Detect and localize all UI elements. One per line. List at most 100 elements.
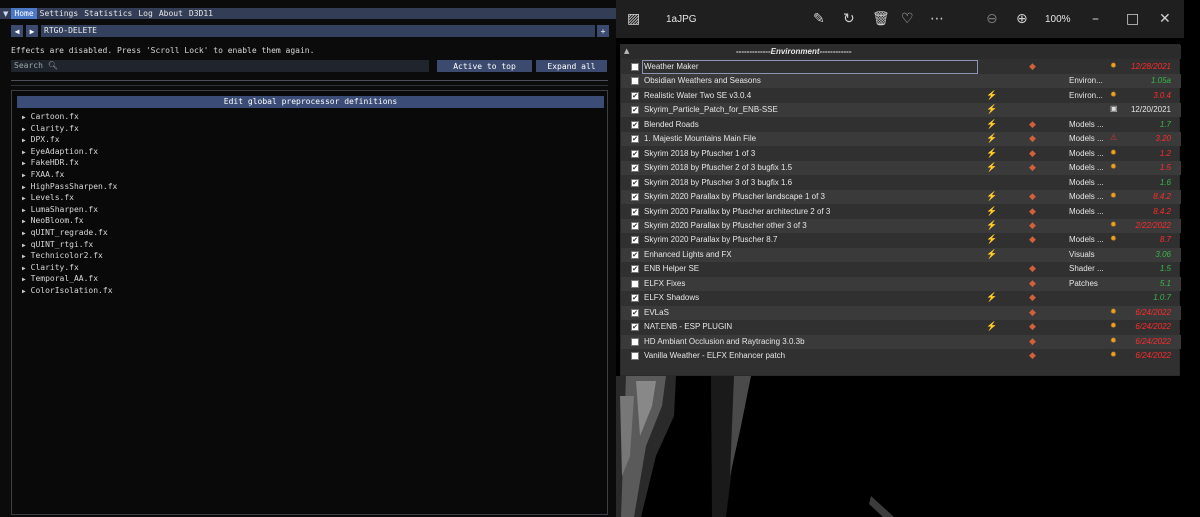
mod-checkbox[interactable]: ✔ (631, 164, 639, 173)
effect-item[interactable]: ▶ qUINT_regrade.fx (22, 227, 117, 239)
mod-row[interactable]: ✔ ENB Helper SE ◆ Shader ... 1.5 (621, 262, 1181, 276)
effect-item[interactable]: ▶ FakeHDR.fx (22, 157, 117, 169)
expand-arrow-icon[interactable]: ▶ (22, 253, 26, 260)
expand-arrow-icon[interactable]: ▶ (22, 149, 26, 156)
mod-row[interactable]: ✔ Skyrim 2020 Parallax by Pfuscher other … (621, 218, 1181, 233)
minimize-icon[interactable]: – (1092, 11, 1099, 27)
tab-home[interactable]: Home (11, 8, 37, 19)
effect-item[interactable]: ▶ Levels.fx (22, 192, 117, 204)
search-input[interactable]: Search 🔍︎ (11, 60, 429, 72)
mod-checkbox[interactable]: ✔ (631, 120, 639, 129)
delete-icon[interactable]: 🗑︎ (872, 11, 890, 27)
expand-arrow-icon[interactable]: ▶ (22, 207, 26, 214)
mod-checkbox[interactable] (631, 337, 639, 346)
effect-item[interactable]: ▶ Clarity.fx (22, 262, 117, 274)
expand-arrow-icon[interactable]: ▶ (22, 137, 26, 144)
expand-arrow-icon[interactable]: ▶ (22, 126, 26, 133)
mod-checkbox[interactable]: ✔ (631, 149, 639, 158)
expand-arrow-icon[interactable]: ▶ (22, 242, 26, 249)
mod-checkbox[interactable]: ✔ (631, 135, 639, 144)
mod-checkbox[interactable]: ✔ (631, 193, 639, 202)
mod-checkbox[interactable]: ✔ (631, 236, 639, 245)
effect-item[interactable]: ▶ qUINT_rtgi.fx (22, 239, 117, 251)
mod-row[interactable]: ✔ Skyrim 2018 by Pfuscher 3 of 3 bugfix 1… (621, 176, 1181, 190)
zoom-in-icon[interactable]: ⊕ (1016, 11, 1028, 27)
expand-arrow-icon[interactable]: ▶ (22, 114, 26, 121)
mod-row[interactable]: ✔ 1. Majestic Mountains Main File ⚡ ◆ Models… (621, 132, 1181, 147)
tab-statistics[interactable]: Statistics (81, 8, 135, 19)
preprocessor-definitions-button[interactable]: Edit global preprocessor definitions (17, 96, 604, 108)
close-icon[interactable]: ✕ (1159, 11, 1171, 27)
mod-checkbox[interactable]: ✔ (631, 323, 639, 332)
mod-row[interactable]: ✔ Skyrim 2020 Parallax by Pfuscher archit… (621, 205, 1181, 219)
mod-checkbox[interactable]: ✔ (631, 106, 639, 115)
tab-d3d11[interactable]: D3D11 (186, 8, 216, 19)
effect-item[interactable]: ▶ LumaSharpen.fx (22, 204, 117, 216)
expand-arrow-icon[interactable]: ▶ (22, 230, 26, 237)
mod-row[interactable]: ✔ NAT.ENB - ESP PLUGIN ⚡ ◆ ✹ 6/24/2022 (621, 320, 1181, 334)
effect-item[interactable]: ▶ ColorIsolation.fx (22, 285, 117, 297)
expand-arrow-icon[interactable]: ▶ (22, 195, 26, 202)
edit-icon[interactable]: ✎ (813, 11, 825, 27)
plugin-flag-icon: ◆ (1029, 263, 1036, 274)
tab-log[interactable]: Log (135, 8, 155, 19)
favorite-icon[interactable]: ♡ (901, 11, 914, 27)
add-preset-button[interactable]: + (597, 25, 609, 37)
expand-arrow-icon[interactable]: ▶ (22, 288, 26, 295)
more-options-icon[interactable]: ⋯ (930, 11, 944, 27)
prev-preset-button[interactable]: ◀ (11, 25, 23, 37)
mod-checkbox[interactable]: ✔ (631, 308, 639, 317)
expand-arrow-icon[interactable]: ▶ (22, 218, 26, 225)
mod-row[interactable]: ✔ Skyrim 2018 by Pfuscher 1 of 3 ⚡ ◆ Models … (621, 147, 1181, 161)
active-to-top-button[interactable]: Active to top (437, 60, 532, 72)
mod-checkbox[interactable] (631, 63, 639, 71)
expand-arrow-icon[interactable]: ▶ (22, 184, 26, 191)
zoom-out-icon[interactable]: ⊖ (986, 11, 998, 27)
expand-arrow-icon[interactable]: ▶ (22, 276, 26, 283)
effect-item[interactable]: ▶ EyeAdaption.fx (22, 146, 117, 158)
mod-row[interactable]: ✔ Realistic Water Two SE v3.0.4 ⚡ Environ..… (621, 89, 1181, 103)
mod-row[interactable]: ✔ EVLaS ◆ ✹ 6/24/2022 (621, 305, 1181, 320)
mod-checkbox[interactable] (631, 77, 639, 86)
mod-checkbox[interactable]: ✔ (631, 221, 639, 230)
collapse-arrow-icon[interactable]: ▼ (0, 10, 11, 18)
expand-arrow-icon[interactable]: ▶ (22, 160, 26, 167)
maximize-icon[interactable]: □ (1126, 11, 1139, 27)
mod-checkbox[interactable]: ✔ (631, 178, 639, 187)
mod-row[interactable]: ✔ Skyrim 2018 by Pfuscher 2 of 3 bugfix 1… (621, 161, 1181, 176)
expand-arrow-icon[interactable]: ▶ (22, 265, 26, 272)
effect-item[interactable]: ▶ NeoBloom.fx (22, 215, 117, 227)
mod-row[interactable]: Vanilla Weather - ELFX Enhancer patch ◆ ✹ 6… (621, 349, 1181, 363)
mod-checkbox[interactable]: ✔ (631, 265, 639, 274)
mod-checkbox[interactable]: ✔ (631, 250, 639, 259)
expand-all-button[interactable]: Expand all (536, 60, 607, 72)
effect-item[interactable]: ▶ HighPassSharpen.fx (22, 181, 117, 193)
mod-row[interactable]: ✔ Skyrim_Particle_Patch_for_ENB-SSE ⚡ ▣ 12/2… (621, 103, 1181, 118)
tab-about[interactable]: About (156, 8, 186, 19)
mod-row[interactable]: ✔ Skyrim 2020 Parallax by Pfuscher landsc… (621, 190, 1181, 205)
mod-checkbox[interactable] (631, 279, 639, 288)
effect-item[interactable]: ▶ Clarity.fx (22, 123, 117, 135)
mod-checkbox[interactable]: ✔ (631, 207, 639, 216)
mod-checkbox[interactable] (631, 352, 639, 360)
effect-item[interactable]: ▶ Technicolor2.fx (22, 250, 117, 262)
effect-item[interactable]: ▶ Cartoon.fx (22, 111, 117, 123)
rotate-icon[interactable]: ↻ (843, 11, 855, 27)
effect-item[interactable]: ▶ Temporal_AA.fx (22, 273, 117, 285)
mod-name: ELFX Shadows (644, 293, 700, 303)
mod-row[interactable]: ✔ ELFX Shadows ⚡ ◆ 1.0.7 (621, 291, 1181, 305)
mod-row[interactable]: ✔ Enhanced Lights and FX ⚡ Visuals 3.06 (621, 247, 1181, 262)
mod-row[interactable]: Obsidian Weathers and Seasons Environ... 1… (621, 74, 1181, 89)
mod-row[interactable]: ✔ Skyrim 2020 Parallax by Pfuscher 8.7 ⚡ ◆ M… (621, 233, 1181, 247)
next-preset-button[interactable]: ▶ (26, 25, 38, 37)
mod-row[interactable]: ELFX Fixes ◆ Patches 5.1 (621, 276, 1181, 291)
mod-checkbox[interactable]: ✔ (631, 294, 639, 303)
mod-row[interactable]: ✔ Blended Roads ⚡ ◆ Models ... 1.7 (621, 118, 1181, 132)
mod-row[interactable]: HD Ambiant Occlusion and Raytracing 3.0.… (621, 334, 1181, 349)
preset-selector[interactable]: RTGO-DELETE (41, 25, 595, 37)
tab-settings[interactable]: Settings (37, 8, 82, 19)
effect-item[interactable]: ▶ FXAA.fx (22, 169, 117, 181)
effect-item[interactable]: ▶ DPX.fx (22, 134, 117, 146)
mod-checkbox[interactable]: ✔ (631, 91, 639, 100)
expand-arrow-icon[interactable]: ▶ (22, 172, 26, 179)
